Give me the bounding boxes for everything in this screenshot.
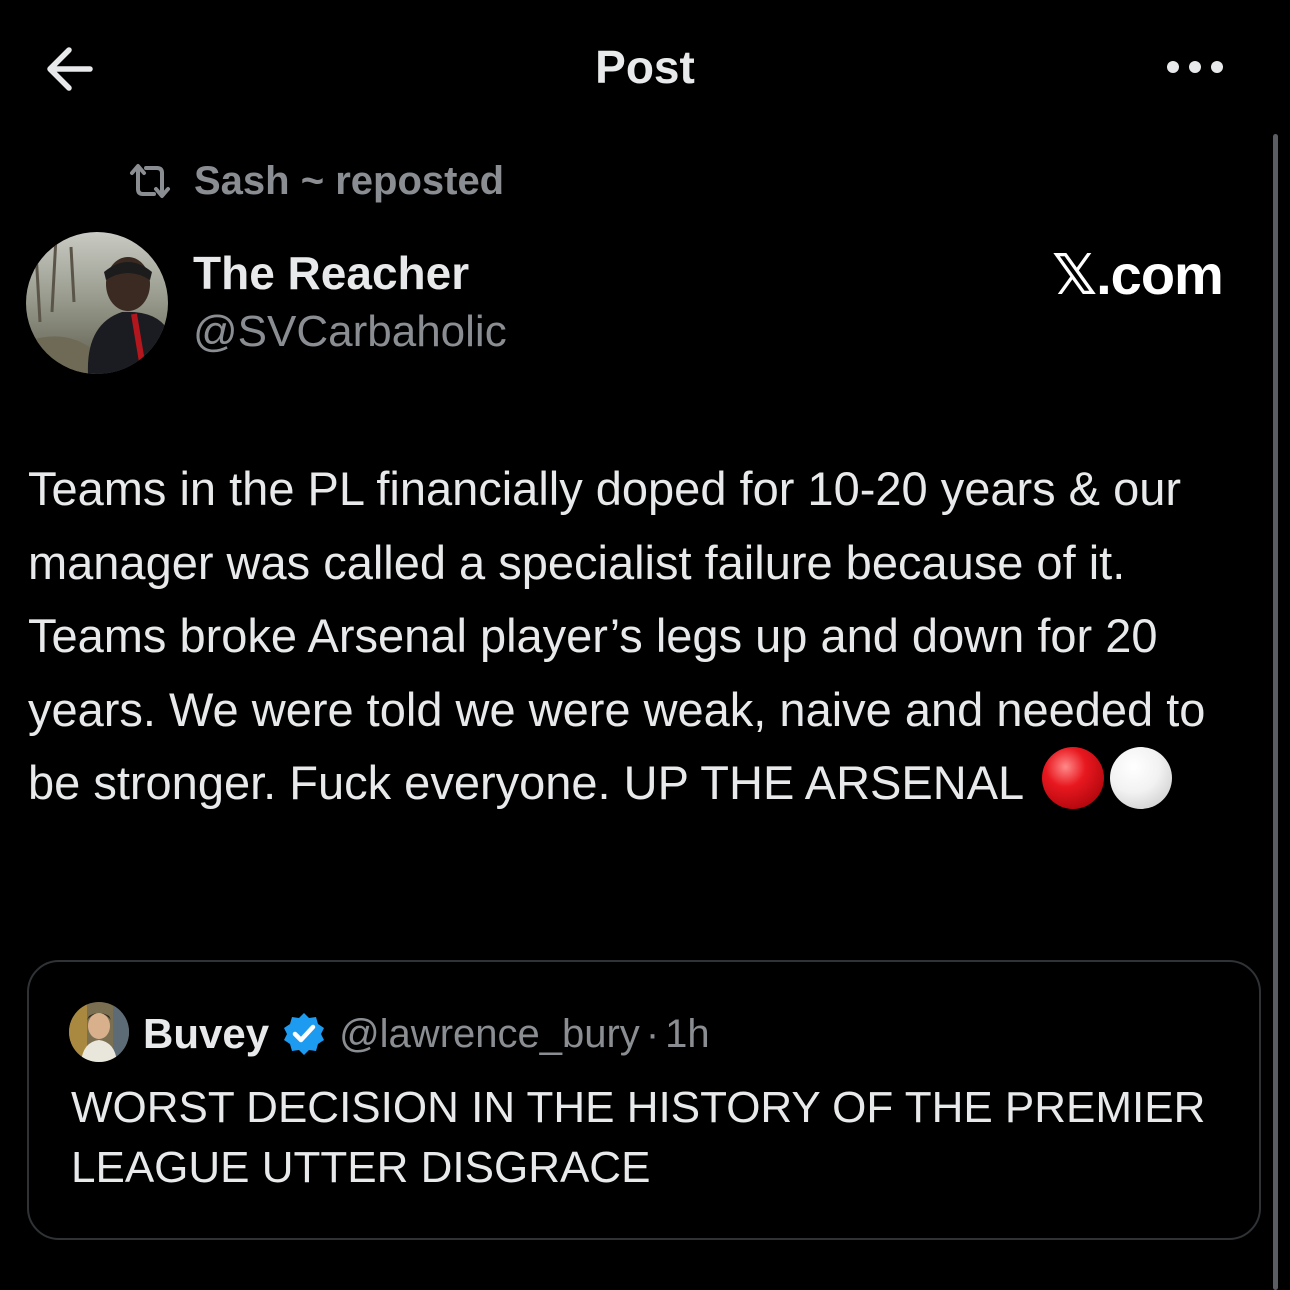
x-com-watermark: 𝕏.com xyxy=(1052,243,1224,306)
page-title: Post xyxy=(595,41,695,93)
red-circle-emoji-icon xyxy=(1041,747,1104,809)
scrollbar[interactable] xyxy=(1273,134,1278,1290)
quoted-post-card[interactable]: Buvey @lawrence_bury · 1h WORST DECISION… xyxy=(27,960,1261,1240)
post-text: Teams in the PL financially doped for 10… xyxy=(28,462,1206,809)
repost-indicator[interactable]: Sash ~ reposted xyxy=(126,156,504,206)
profile-photo xyxy=(26,232,168,374)
author-name[interactable]: The Reacher xyxy=(193,246,469,300)
quote-body: WORST DECISION IN THE HISTORY OF THE PRE… xyxy=(71,1083,1206,1192)
quote-header: Buvey @lawrence_bury · 1h xyxy=(143,1004,710,1064)
quote-avatar[interactable] xyxy=(69,1002,129,1062)
quote-profile-photo xyxy=(69,1002,129,1062)
white-circle-emoji-icon xyxy=(1109,747,1172,809)
quote-author-name[interactable]: Buvey xyxy=(143,1010,269,1058)
author-handle[interactable]: @SVCarbaholic xyxy=(193,307,507,357)
separator-dot: · xyxy=(645,1011,660,1056)
repost-icon xyxy=(130,164,170,198)
top-bar: Post xyxy=(0,0,1290,134)
quote-author-handle[interactable]: @lawrence_bury xyxy=(339,1012,640,1057)
verified-badge-icon xyxy=(284,1013,325,1055)
more-horizontal-icon xyxy=(1167,61,1223,73)
avatar[interactable] xyxy=(26,232,168,374)
quote-timestamp[interactable]: 1h xyxy=(665,1012,710,1057)
more-options-button[interactable] xyxy=(1160,44,1230,90)
post-body: Teams in the PL financially doped for 10… xyxy=(28,452,1264,820)
repost-text: Sash ~ reposted xyxy=(194,158,505,203)
post-page: Post Sash ~ reposted The Reacher @SVCarb… xyxy=(0,0,1290,1290)
